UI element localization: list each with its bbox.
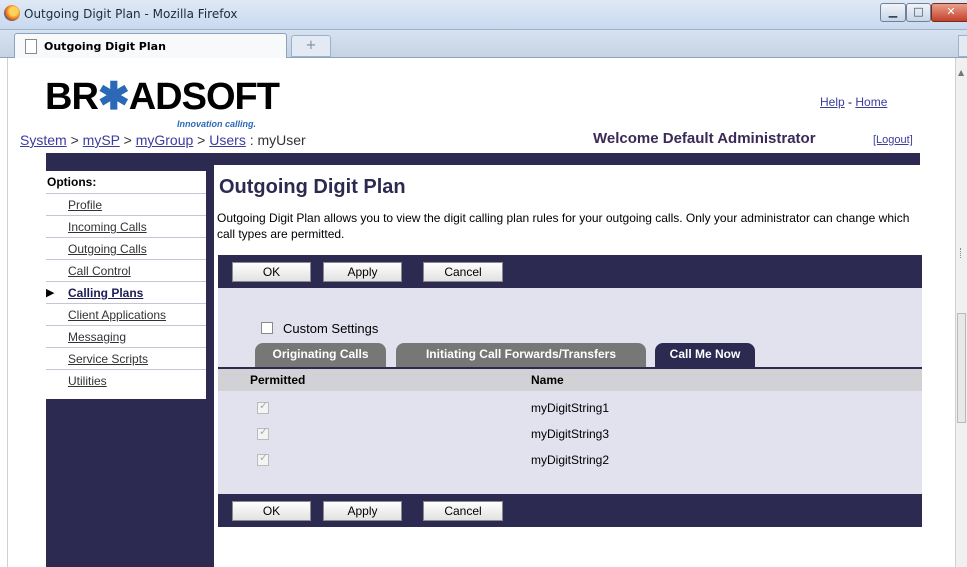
nav-item-calling-plans[interactable]: ▶ Calling Plans: [46, 281, 206, 303]
nav-item-label: Service Scripts: [68, 352, 149, 366]
window-left-edge: [0, 58, 8, 567]
cancel-button[interactable]: Cancel: [423, 262, 503, 282]
table-row: ✓ myDigitString1: [218, 395, 922, 421]
header-divider-bar: [46, 153, 920, 165]
checkmark-icon: ✓: [259, 399, 269, 412]
column-header-name: Name: [531, 373, 564, 387]
broadsoft-logo[interactable]: BR✱ADSOFT Innovation calling.: [45, 76, 280, 130]
custom-settings-label: Custom Settings: [283, 321, 379, 336]
table-header: Permitted Name: [218, 369, 922, 391]
breadcrumb-sep: :: [245, 132, 258, 148]
window-title: Outgoing Digit Plan - Mozilla Firefox: [24, 7, 238, 21]
tab-call-me-now[interactable]: Call Me Now: [655, 343, 755, 368]
checkmark-icon: ✓: [259, 451, 269, 464]
logout-link[interactable]: [Logout]: [873, 134, 913, 146]
nav-item-profile[interactable]: Profile: [46, 193, 206, 215]
maximize-button[interactable]: □: [906, 3, 931, 22]
help-separator: -: [844, 95, 856, 109]
breadcrumb-system[interactable]: System: [20, 132, 67, 148]
breadcrumb-sep: >: [119, 132, 136, 148]
title-bar: Outgoing Digit Plan - Mozilla Firefox ▁ …: [0, 0, 967, 30]
apply-button[interactable]: Apply: [323, 262, 402, 282]
nav-item-label: Call Control: [68, 264, 131, 278]
logo-suffix: ADSOFT: [128, 76, 280, 118]
close-button[interactable]: ✕: [931, 3, 967, 22]
breadcrumb-sep: >: [193, 132, 210, 148]
page-viewport: BR✱ADSOFT Innovation calling. Help - Hom…: [8, 58, 953, 567]
vertical-scrollbar[interactable]: ▲: [955, 58, 967, 567]
nav-item-call-control[interactable]: Call Control: [46, 259, 206, 281]
scroll-up-icon[interactable]: ▲: [958, 68, 964, 77]
digit-string-name: myDigitString1: [531, 401, 610, 415]
tab-strip: Outgoing Digit Plan +: [0, 30, 967, 59]
tab-list-button[interactable]: [958, 35, 967, 57]
breadcrumb-current-user: myUser: [257, 132, 306, 148]
firefox-icon: [4, 5, 20, 21]
logo-tagline: Innovation calling.: [177, 119, 257, 129]
nav-item-label: Client Applications: [68, 308, 167, 322]
apply-button[interactable]: Apply: [323, 501, 402, 521]
nav-item-label: Calling Plans: [68, 286, 144, 300]
nav-item-client-applications[interactable]: Client Applications: [46, 303, 206, 325]
top-button-bar: OK Apply Cancel: [218, 255, 922, 288]
breadcrumb-users[interactable]: Users: [209, 132, 246, 148]
welcome-text: Welcome Default Administrator: [593, 130, 816, 147]
ok-button[interactable]: OK: [232, 262, 311, 282]
nav-item-incoming-calls[interactable]: Incoming Calls: [46, 215, 206, 237]
nav-item-label: Outgoing Calls: [68, 242, 147, 256]
page-icon: [25, 39, 37, 54]
breadcrumb-sep: >: [66, 132, 83, 148]
cancel-button[interactable]: Cancel: [423, 501, 503, 521]
help-links: Help - Home: [820, 95, 887, 109]
nav-item-label: Utilities: [68, 374, 107, 388]
column-header-permitted: Permitted: [250, 373, 306, 387]
tab-originating-calls[interactable]: Originating Calls: [255, 343, 386, 368]
table-row: ✓ myDigitString2: [218, 447, 922, 473]
breadcrumb: System > mySP > myGroup > Users : myUser: [20, 132, 306, 148]
browser-tab-label: Outgoing Digit Plan: [44, 40, 166, 53]
breadcrumb-mygroup[interactable]: myGroup: [136, 132, 194, 148]
help-link[interactable]: Help: [820, 95, 845, 109]
home-link[interactable]: Home: [855, 95, 887, 109]
checkmark-icon: ✓: [259, 425, 269, 438]
nav-title: Options:: [47, 175, 97, 189]
breadcrumb-mysp[interactable]: mySP: [83, 132, 120, 148]
ok-button[interactable]: OK: [232, 501, 311, 521]
browser-tab[interactable]: Outgoing Digit Plan: [14, 33, 287, 59]
new-tab-button[interactable]: +: [291, 35, 331, 57]
digit-string-name: myDigitString2: [531, 453, 610, 467]
active-arrow-icon: ▶: [46, 287, 55, 299]
nav-item-outgoing-calls[interactable]: Outgoing Calls: [46, 237, 206, 259]
page-description: Outgoing Digit Plan allows you to view t…: [217, 211, 910, 241]
nav-list: Profile Incoming Calls Outgoing Calls Ca…: [46, 193, 206, 391]
nav-item-label: Messaging: [68, 330, 127, 344]
nav-item-utilities[interactable]: Utilities: [46, 369, 206, 391]
nav-item-label: Profile: [68, 198, 103, 212]
logo-star-icon: ✱: [97, 76, 130, 118]
minimize-button[interactable]: ▁: [880, 3, 906, 22]
table-row: ✓ myDigitString3: [218, 421, 922, 447]
page-title: Outgoing Digit Plan: [219, 176, 406, 198]
custom-settings-checkbox[interactable]: [261, 322, 273, 334]
bottom-button-bar: OK Apply Cancel: [218, 494, 922, 527]
nav-item-messaging[interactable]: Messaging: [46, 325, 206, 347]
tab-initiating-call-forwards-transfers[interactable]: Initiating Call Forwards/Transfers: [396, 343, 646, 368]
scroll-thumb[interactable]: [957, 313, 966, 423]
scroll-grip-icon: [960, 248, 963, 258]
digit-string-name: myDigitString3: [531, 427, 610, 441]
logo-prefix: BR: [45, 76, 99, 118]
nav-item-label: Incoming Calls: [68, 220, 147, 234]
browser-window: Outgoing Digit Plan - Mozilla Firefox ▁ …: [0, 0, 967, 567]
nav-item-service-scripts[interactable]: Service Scripts: [46, 347, 206, 369]
